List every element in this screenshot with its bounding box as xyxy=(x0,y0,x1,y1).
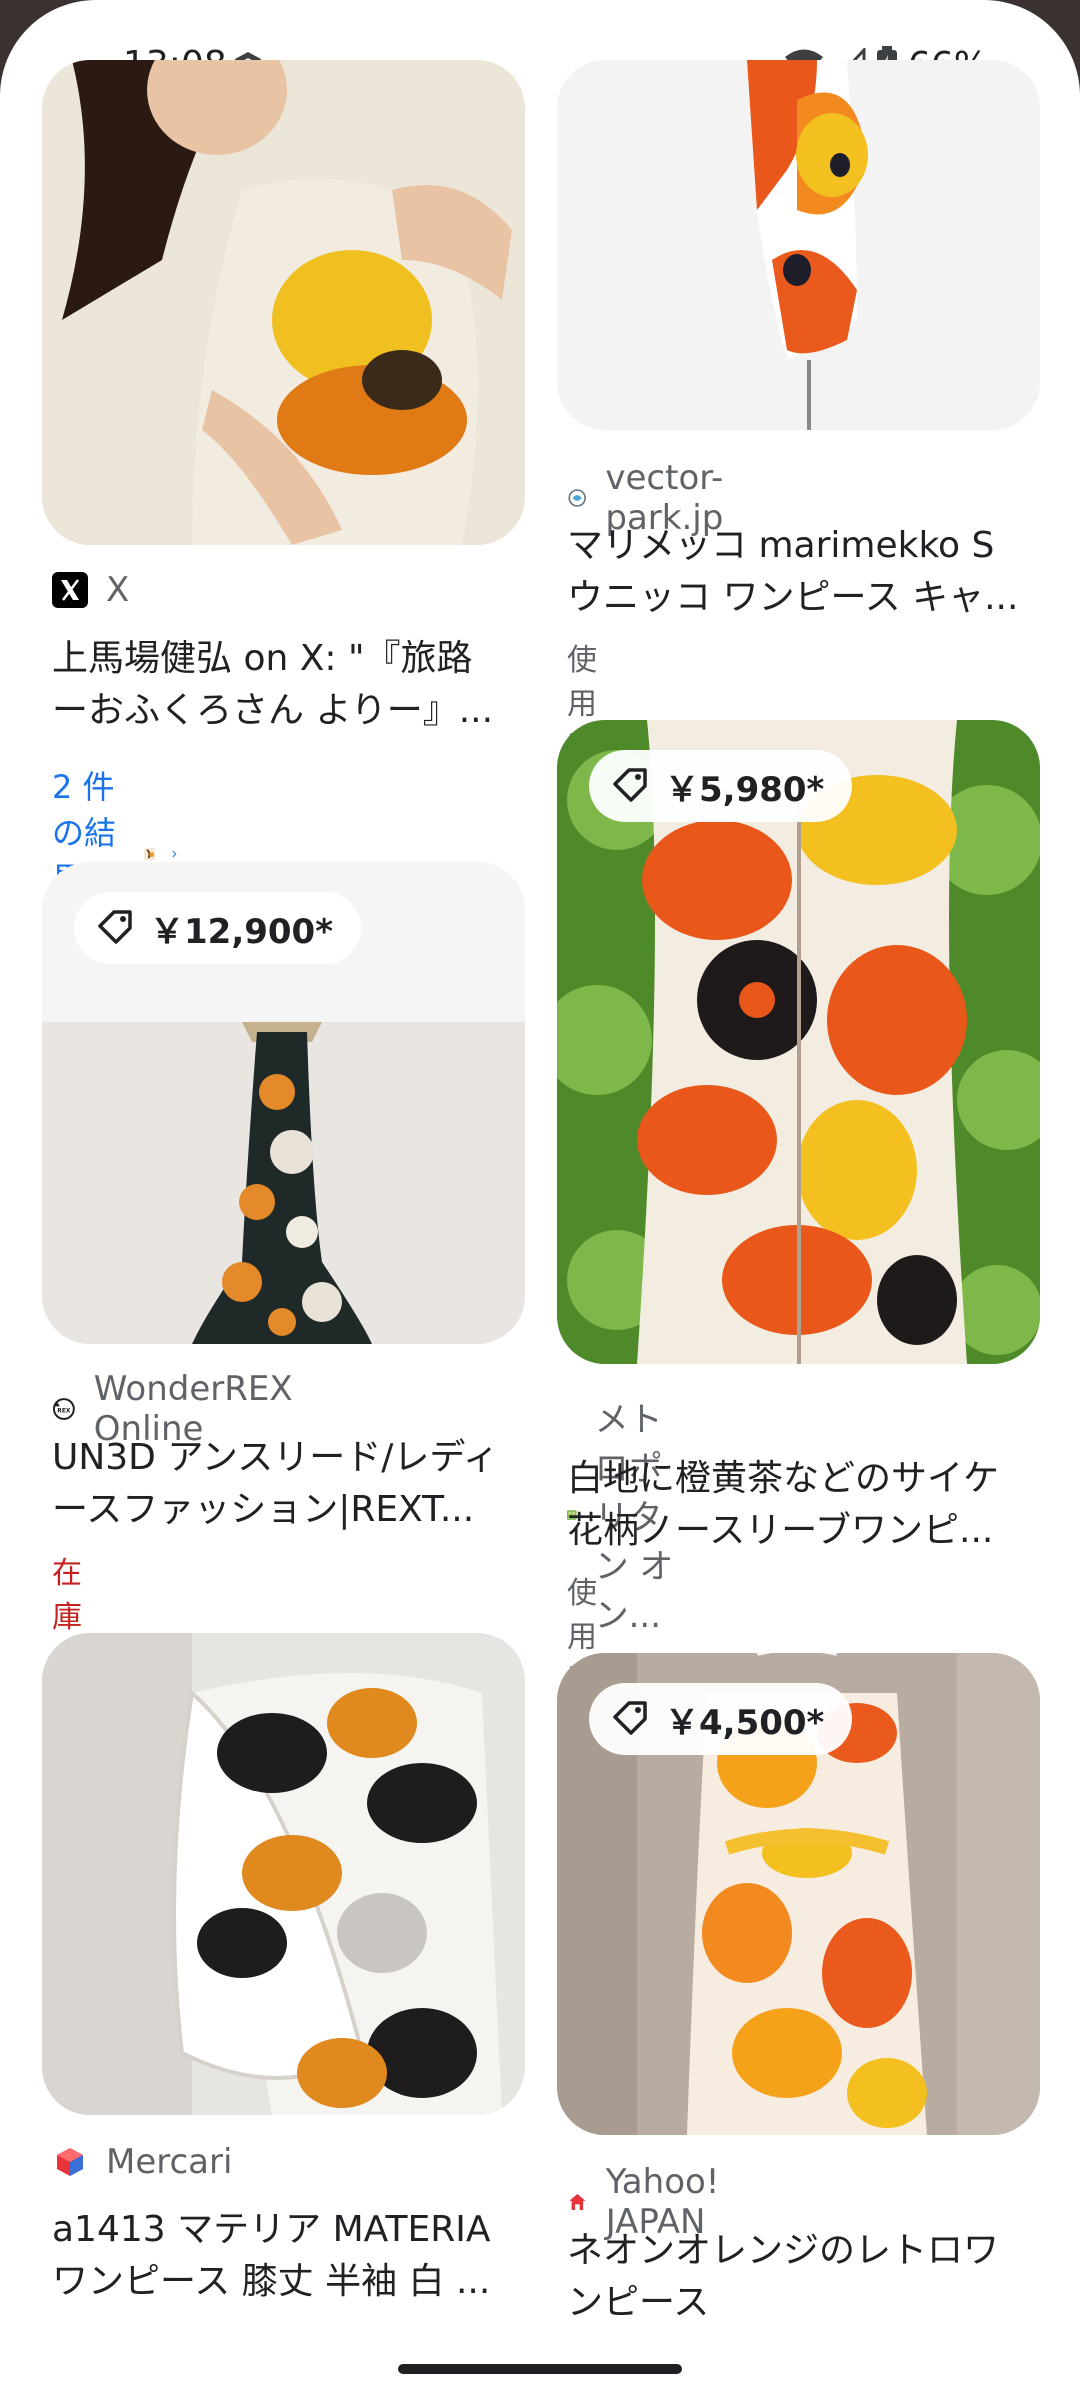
tag-icon xyxy=(98,910,132,944)
result-title[interactable]: 白地に橙黄茶などのサイケ 花柄ノースリーブワンピ... xyxy=(567,1453,1037,1557)
title-line: 上馬場健弘 on X: "『旅路 xyxy=(52,638,473,679)
price-chip: ￥5,980* xyxy=(589,750,853,822)
result-image[interactable] xyxy=(42,60,525,545)
result-title[interactable]: a1413 マテリア MATERIA ワンピース 膝丈 半袖 白 ... xyxy=(52,2204,522,2308)
screen: 13:08 66% xyxy=(0,0,1080,2400)
result-title[interactable]: UN3D アンスリード/レディ ースファッション|REXT... xyxy=(52,1432,522,1536)
result-source[interactable]: Mercari xyxy=(52,2142,232,2182)
title-line: a1413 マテリア MATERIA xyxy=(52,2209,491,2250)
yahoo-japan-favicon-icon xyxy=(569,2193,586,2211)
vector-park-favicon-icon xyxy=(568,489,586,507)
title-line: ンピース xyxy=(567,2282,710,2323)
result-title[interactable]: 上馬場健弘 on X: "『旅路 ーおふくろさん よりー』... xyxy=(52,633,522,737)
result-source[interactable]: X xyxy=(52,570,129,610)
price-chip: ￥4,500* xyxy=(589,1683,853,1755)
title-line: ワンピース 膝丈 半袖 白 ... xyxy=(52,2261,491,2302)
wonderrex-favicon-icon: REX xyxy=(52,1398,75,1420)
x-logo-icon xyxy=(52,572,88,608)
title-line: 白地に橙黄茶などのサイケ xyxy=(567,1458,1000,1499)
mercari-favicon-icon xyxy=(57,2148,83,2176)
price-label: ￥5,980* xyxy=(665,769,825,810)
title-line: ウニッコ ワンピース キャ... xyxy=(567,577,1019,618)
svg-text:REX: REX xyxy=(57,1407,71,1414)
price-chip: ￥12,900* xyxy=(74,892,361,964)
result-title[interactable]: ネオンオレンジのレトロワ ンピース xyxy=(567,2225,1037,2329)
result-image[interactable] xyxy=(42,1633,525,2115)
source-name: X xyxy=(106,570,130,610)
title-line: 花柄ノースリーブワンピ... xyxy=(567,1510,994,1551)
result-title[interactable]: マリメッコ marimekko S ウニッコ ワンピース キャ... xyxy=(567,520,1037,624)
title-line: マリメッコ marimekko S xyxy=(567,525,995,566)
tag-icon xyxy=(613,768,647,802)
tag-icon xyxy=(613,1701,647,1735)
price-label: ￥12,900* xyxy=(150,911,333,952)
source-name: Mercari xyxy=(106,2142,233,2182)
result-image[interactable] xyxy=(557,60,1040,430)
gesture-nav-handle[interactable] xyxy=(398,2364,682,2374)
title-line: ネオンオレンジのレトロワ xyxy=(567,2230,1000,2271)
title-line: ースファッション|REXT... xyxy=(52,1489,475,1530)
title-line: UN3D アンスリード/レディ xyxy=(52,1437,499,1478)
title-line: ーおふくろさん よりー』... xyxy=(52,690,494,731)
price-label: ￥4,500* xyxy=(665,1702,825,1743)
